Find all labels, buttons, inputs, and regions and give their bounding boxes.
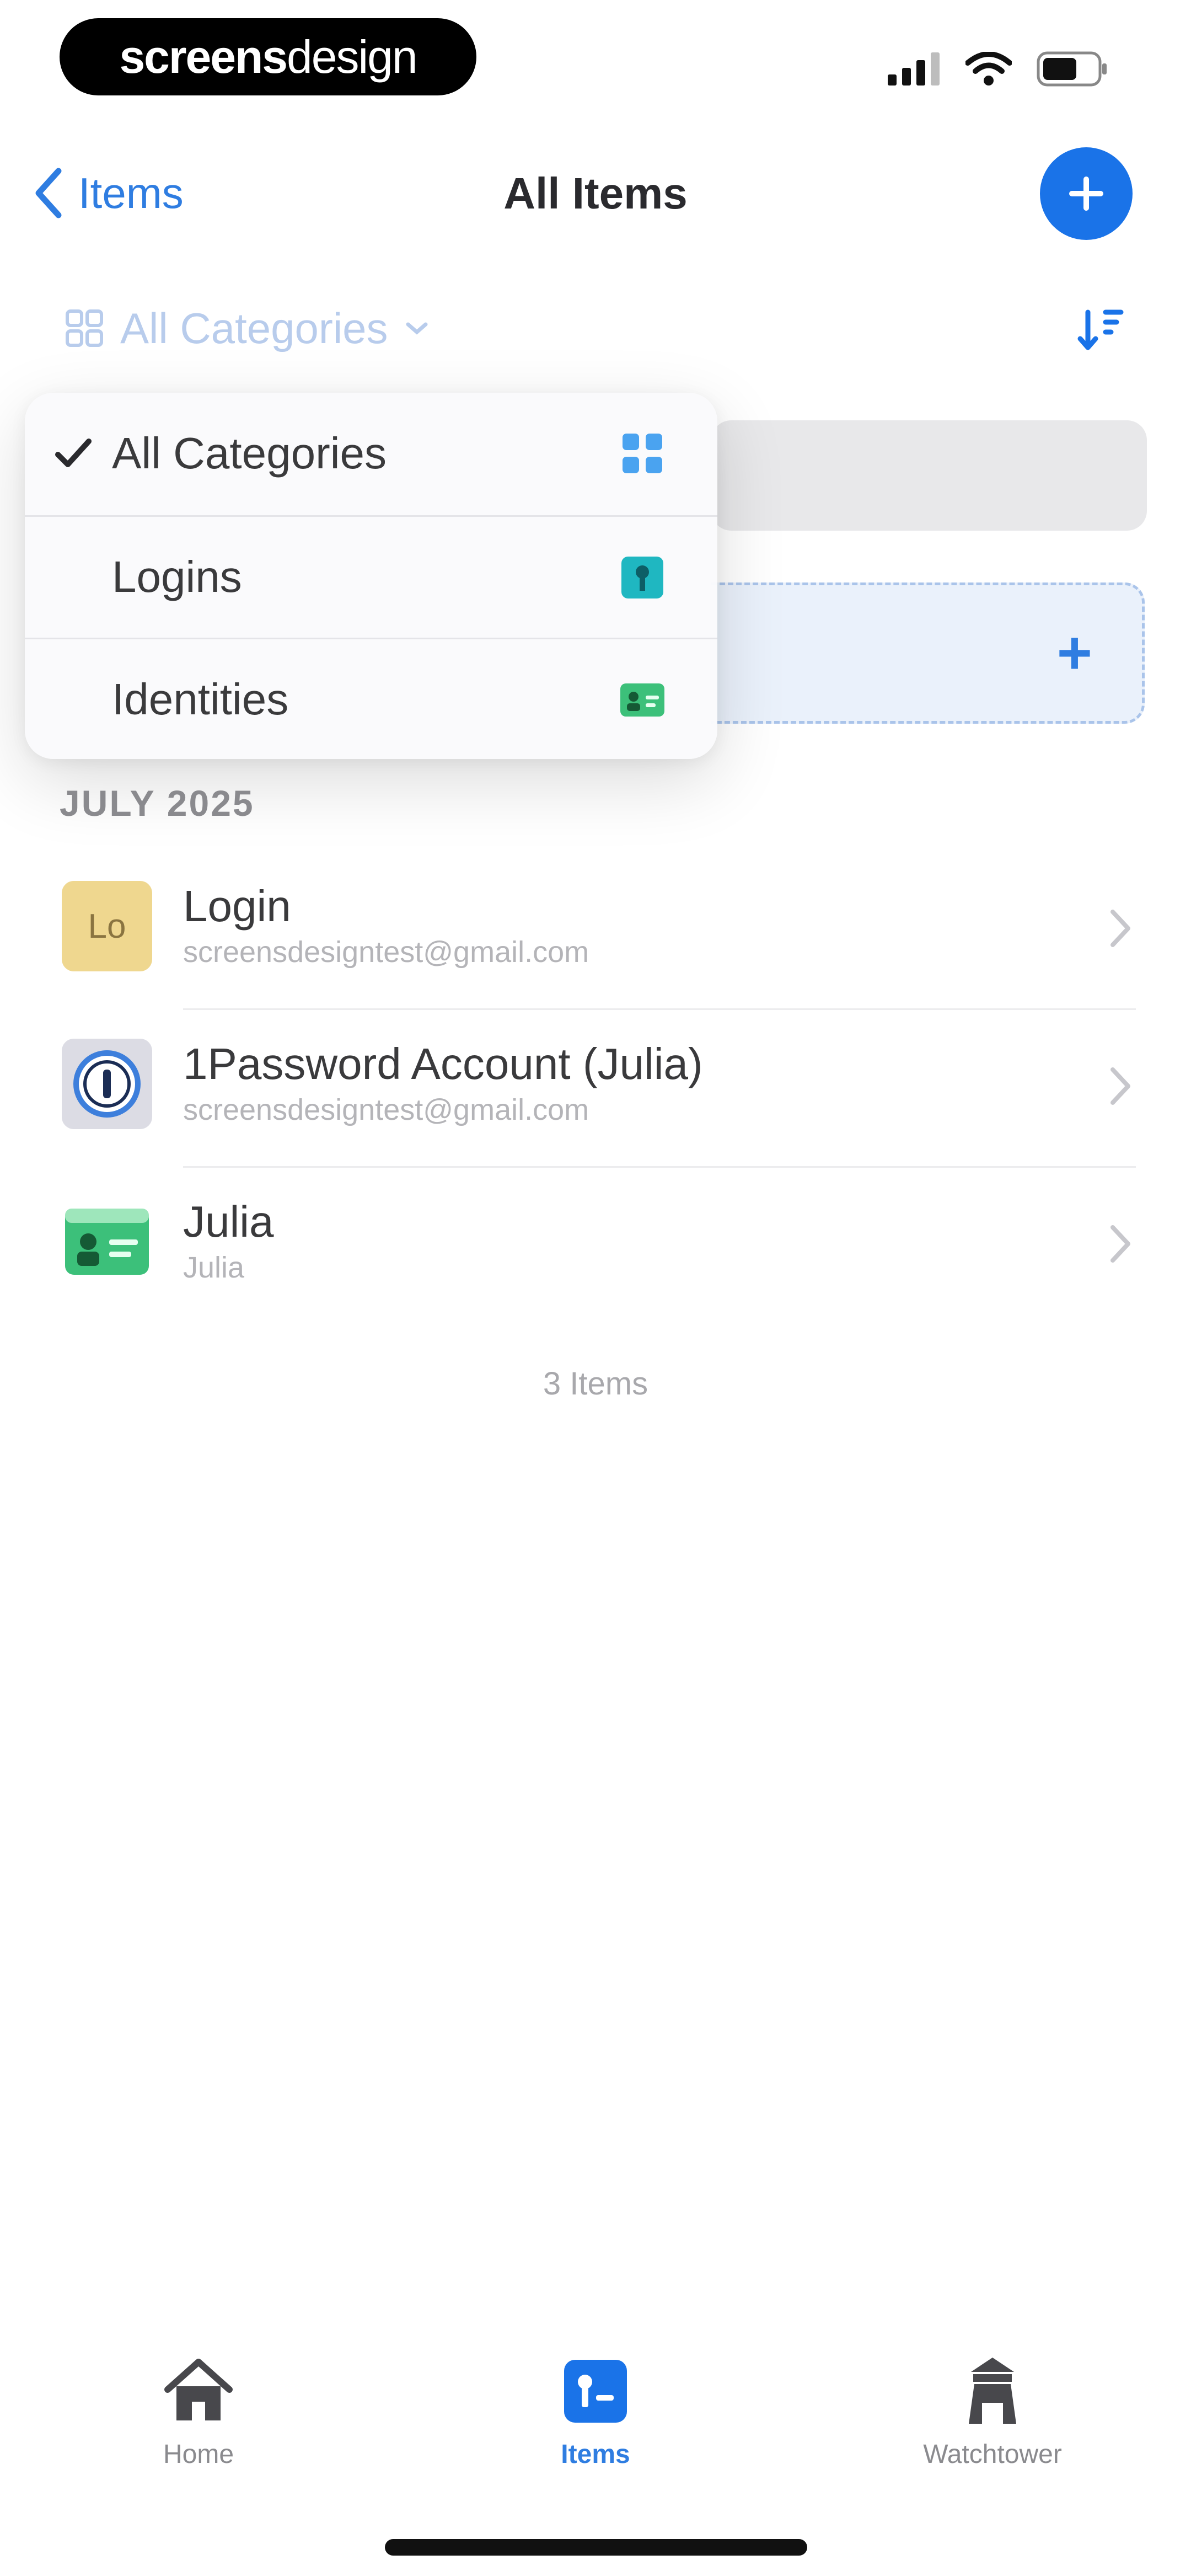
wifi-icon [965,52,1012,85]
page-title: All Items [503,169,688,218]
tab-home[interactable]: Home [55,2355,342,2499]
category-dropdown: All Categories Logins Identities [25,393,717,759]
tab-label: Items [561,2440,630,2469]
chevron-down-icon [406,322,428,335]
category-filter[interactable]: All Categories [65,301,429,356]
identity-card-icon [620,683,664,717]
sort-button[interactable] [1072,302,1127,357]
grid-icon [623,434,662,473]
brand-thin-text: design [287,30,418,83]
item-subtitle: Julia [183,1251,245,1284]
1password-logo-icon [62,1039,152,1129]
brand-bold-text: screens [119,30,288,83]
status-icons [888,50,1108,88]
items-count: 3 Items [543,1366,648,1402]
watchtower-icon [969,2358,1016,2424]
filter-label: All Categories [120,303,388,352]
search-bar[interactable] [711,420,1147,531]
checkmark-icon [53,393,93,514]
grid-icon [66,309,103,347]
dropdown-item-identities[interactable]: Identities [25,638,717,759]
battery-icon [1037,51,1107,87]
thumbnail-initials: Lo [88,907,126,945]
list-item-login[interactable]: Lo Login screensdesigntest@gmail.com [0,852,1191,1010]
plus-icon [1069,177,1103,211]
item-title: Login [183,881,291,931]
tab-items[interactable]: Items [452,2355,739,2499]
items-icon [564,2360,627,2423]
dropdown-item-all-categories[interactable]: All Categories [25,393,717,514]
login-thumbnail: Lo [62,881,152,971]
chevron-right-icon [1110,910,1130,947]
dropdown-item-label: Identities [112,674,289,724]
dropdown-item-label: Logins [112,552,242,601]
item-subtitle: screensdesigntest@gmail.com [183,1093,589,1126]
sort-icon [1077,309,1124,350]
dropdown-item-label: All Categories [112,429,387,478]
chevron-right-icon [1110,1225,1130,1263]
tab-watchtower[interactable]: Watchtower [849,2355,1136,2499]
new-item-plus-icon: + [1056,619,1092,687]
tab-label: Watchtower [923,2440,1062,2469]
brand-badge: screens design [60,18,476,95]
dropdown-item-logins[interactable]: Logins [25,515,717,637]
new-item-card[interactable]: + [711,582,1145,724]
item-subtitle: screensdesigntest@gmail.com [183,936,589,969]
login-key-icon [621,557,663,598]
identity-card-icon [62,1196,152,1287]
signal-icon [888,52,940,85]
item-title: Julia [183,1197,274,1246]
home-icon [164,2359,233,2420]
list-item-1password-account[interactable]: 1Password Account (Julia) screensdesignt… [0,1010,1191,1168]
section-header: JULY 2025 [60,783,255,824]
tab-label: Home [163,2440,234,2469]
home-indicator[interactable] [385,2539,807,2556]
item-title: 1Password Account (Julia) [183,1039,703,1088]
list-item-julia[interactable]: Julia Julia [0,1168,1191,1326]
add-item-button[interactable] [1040,147,1133,240]
chevron-right-icon [1110,1067,1130,1105]
